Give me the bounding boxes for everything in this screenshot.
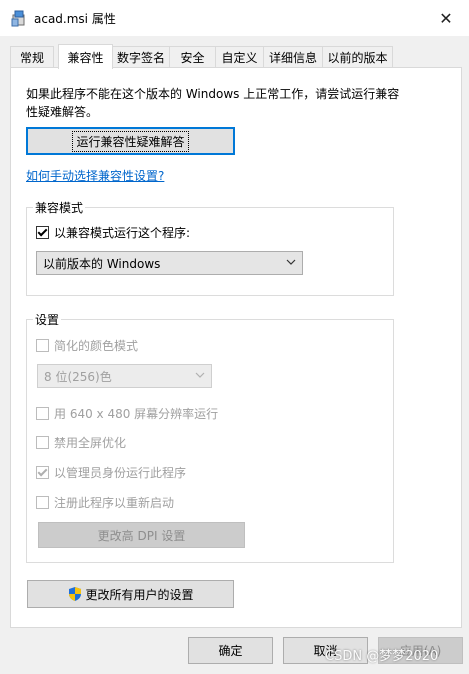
compat-mode-checkbox[interactable]: 以兼容模式运行这个程序: — [36, 224, 190, 241]
msi-package-icon — [11, 10, 25, 27]
run-as-admin-label: 以管理员身份运行此程序 — [54, 466, 187, 480]
run-troubleshooter-label: 运行兼容性疑难解答 — [72, 130, 189, 152]
tab-security[interactable]: 安全 — [169, 46, 216, 68]
uac-shield-icon — [69, 587, 82, 601]
compat-os-select[interactable]: 以前版本的 Windows — [36, 251, 303, 275]
chevron-down-icon — [195, 372, 205, 378]
intro-text: 如果此程序不能在这个版本的 Windows 上正常工作，请尝试运行兼容性疑难解答… — [26, 87, 400, 119]
tab-strip: 常规 兼容性 数字签名 安全 自定义 详细信息 以前的版本 — [10, 44, 463, 69]
change-high-dpi-button[interactable]: 更改高 DPI 设置 — [38, 522, 245, 548]
compat-os-select-value: 以前版本的 Windows — [43, 256, 161, 271]
color-depth-select-value: 8 位(256)色 — [44, 369, 112, 384]
run-as-admin-checkbox[interactable]: 以管理员身份运行此程序 — [36, 464, 186, 481]
checkbox-box[interactable] — [36, 407, 49, 420]
checkbox-box[interactable] — [36, 496, 49, 509]
checkbox-box[interactable] — [36, 436, 49, 449]
close-icon: ✕ — [439, 8, 453, 28]
settings-group: 设置 简化的颜色模式 8 位(256)色 用 640 x 480 屏幕分辨率运行… — [26, 311, 394, 563]
compatibility-panel: 如果此程序不能在这个版本的 Windows 上正常工作，请尝试运行兼容性疑难解答… — [10, 67, 462, 628]
watermark: CSDN @梦梦2020 — [325, 649, 439, 664]
res-640-label: 用 640 x 480 屏幕分辨率运行 — [54, 407, 219, 421]
checkbox-box[interactable] — [36, 226, 49, 239]
tab-general[interactable]: 常规 — [10, 46, 54, 68]
ok-button[interactable]: 确定 — [188, 637, 273, 664]
disable-fullscreen-checkbox[interactable]: 禁用全屏优化 — [36, 434, 126, 451]
tab-details[interactable]: 详细信息 — [263, 46, 323, 68]
reduced-color-label: 简化的颜色模式 — [54, 339, 139, 353]
tab-digital-signatures[interactable]: 数字签名 — [112, 46, 170, 68]
compat-mode-group: 兼容模式 以兼容模式运行这个程序: 以前版本的 Windows — [26, 199, 394, 296]
window-title: acad.msi 属性 — [34, 12, 116, 26]
run-troubleshooter-button[interactable]: 运行兼容性疑难解答 — [26, 127, 235, 155]
register-restart-label: 注册此程序以重新启动 — [54, 496, 175, 510]
res-640-checkbox[interactable]: 用 640 x 480 屏幕分辨率运行 — [36, 405, 218, 422]
ok-label: 确定 — [218, 644, 243, 658]
change-all-users-button[interactable]: 更改所有用户的设置 — [27, 580, 234, 608]
tab-custom[interactable]: 自定义 — [215, 46, 264, 68]
register-restart-checkbox[interactable]: 注册此程序以重新启动 — [36, 494, 174, 511]
settings-group-label: 设置 — [33, 311, 62, 328]
chevron-down-icon — [286, 259, 296, 265]
checkbox-box[interactable] — [36, 339, 49, 352]
compat-mode-checkbox-label: 以兼容模式运行这个程序: — [54, 226, 191, 240]
checkmark-icon — [37, 466, 48, 477]
compat-mode-group-label: 兼容模式 — [33, 199, 86, 216]
disable-fullscreen-label: 禁用全屏优化 — [54, 436, 127, 450]
title-bar[interactable]: acad.msi 属性 ✕ — [0, 0, 469, 36]
checkmark-icon — [37, 226, 48, 237]
reduced-color-checkbox[interactable]: 简化的颜色模式 — [36, 337, 138, 354]
tab-previous-versions[interactable]: 以前的版本 — [322, 46, 393, 68]
checkbox-box[interactable] — [36, 466, 49, 479]
change-high-dpi-label: 更改高 DPI 设置 — [97, 528, 186, 543]
change-all-users-label: 更改所有用户的设置 — [85, 587, 194, 602]
color-depth-select[interactable]: 8 位(256)色 — [37, 364, 212, 388]
close-button[interactable]: ✕ — [423, 0, 469, 36]
manual-compat-settings-link[interactable]: 如何手动选择兼容性设置? — [26, 167, 164, 184]
tab-compatibility[interactable]: 兼容性 — [58, 44, 113, 69]
